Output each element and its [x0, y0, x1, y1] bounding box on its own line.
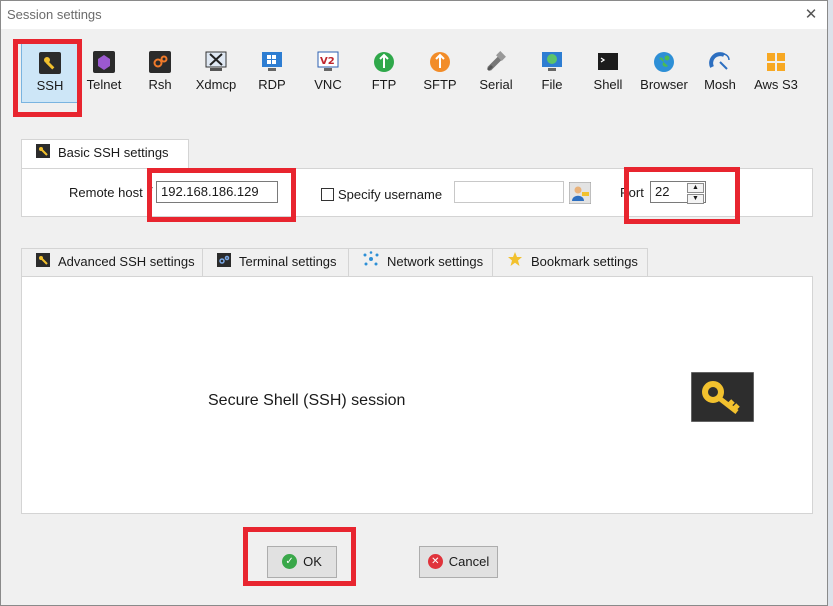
tab-terminal-settings[interactable]: Terminal settings	[202, 248, 349, 276]
session-type-label: Rsh	[148, 77, 172, 92]
session-settings-dialog: Session settings ✕ SSH Telnet Rsh Xdmcp …	[0, 0, 828, 606]
ftp-icon	[373, 51, 395, 73]
svg-text:V2: V2	[320, 56, 335, 67]
aws-s3-icon	[765, 51, 787, 73]
advanced-settings-panel: Secure Shell (SSH) session	[21, 276, 813, 514]
highlight-ok	[243, 527, 356, 586]
username-input[interactable]	[454, 181, 564, 203]
tab-label: Network settings	[387, 254, 484, 269]
session-type-label: File	[541, 77, 563, 92]
session-type-label: Serial	[479, 77, 513, 92]
desktop-edge	[828, 0, 833, 606]
session-type-ftp[interactable]: FTP	[355, 41, 413, 103]
session-type-sftp[interactable]: SFTP	[411, 41, 469, 103]
tab-label: Basic SSH settings	[58, 145, 169, 160]
mosh-icon	[709, 51, 731, 73]
specify-username-checkbox[interactable]	[321, 188, 334, 201]
highlight-port	[624, 167, 740, 224]
telnet-icon	[93, 51, 115, 73]
tab-network-settings[interactable]: Network settings	[348, 248, 493, 276]
cancel-x-icon: ✕	[427, 554, 443, 570]
remote-host-label: Remote host	[69, 185, 143, 200]
window-title: Session settings	[7, 7, 102, 22]
serial-icon	[485, 51, 507, 73]
session-type-label: Aws S3	[754, 77, 798, 92]
rdp-icon	[261, 51, 283, 73]
rsh-icon	[149, 51, 171, 73]
session-type-browser[interactable]: Browser	[635, 41, 693, 103]
session-type-toolbar: SSH Telnet Rsh Xdmcp RDP V2 VNC FTP SFTP…	[1, 37, 827, 107]
star-icon	[507, 250, 523, 276]
tab-label: Bookmark settings	[531, 254, 638, 269]
session-type-aws-s3[interactable]: Aws S3	[747, 41, 805, 103]
sftp-icon	[429, 51, 451, 73]
session-type-file[interactable]: File	[523, 41, 581, 103]
vnc-icon: V2	[317, 51, 339, 73]
session-type-rsh[interactable]: Rsh	[131, 41, 189, 103]
session-type-label: Shell	[593, 77, 623, 92]
tab-label: Terminal settings	[239, 254, 337, 269]
session-type-label: FTP	[371, 77, 397, 92]
cancel-button[interactable]: ✕ Cancel	[419, 546, 498, 578]
tab-label: Advanced SSH settings	[58, 254, 195, 269]
close-icon[interactable]: ✕	[801, 5, 821, 25]
session-type-serial[interactable]: Serial	[467, 41, 525, 103]
tab-advanced-ssh-settings[interactable]: Advanced SSH settings	[21, 248, 203, 276]
session-type-label: Mosh	[704, 77, 736, 92]
session-type-mosh[interactable]: Mosh	[691, 41, 749, 103]
session-type-xdmcp[interactable]: Xdmcp	[187, 41, 245, 103]
session-type-label: SFTP	[423, 77, 457, 92]
session-description: Secure Shell (SSH) session	[208, 392, 406, 409]
session-type-label: VNC	[314, 77, 342, 92]
terminal-icon	[217, 250, 231, 276]
session-type-label: Browser	[640, 77, 688, 92]
specify-username-label: Specify username	[338, 187, 443, 202]
session-type-vnc[interactable]: V2 VNC	[299, 41, 357, 103]
session-type-telnet[interactable]: Telnet	[75, 41, 133, 103]
tab-basic-ssh-settings[interactable]: Basic SSH settings	[21, 139, 189, 169]
session-type-label: Xdmcp	[195, 77, 237, 92]
highlight-ssh	[13, 39, 82, 117]
browser-icon	[653, 51, 675, 73]
user-manager-icon[interactable]	[568, 181, 592, 207]
file-icon	[541, 51, 563, 73]
session-type-label: RDP	[258, 77, 286, 92]
session-type-rdp[interactable]: RDP	[243, 41, 301, 103]
shell-icon	[597, 51, 619, 73]
wrench-icon	[36, 250, 50, 276]
ssh-key-large-icon	[690, 371, 755, 425]
xdmcp-icon	[205, 51, 227, 73]
cancel-label: Cancel	[448, 554, 490, 569]
network-icon	[363, 250, 379, 276]
session-type-label: Telnet	[86, 77, 122, 92]
tab-bookmark-settings[interactable]: Bookmark settings	[492, 248, 648, 276]
highlight-remote-host	[147, 168, 296, 222]
wrench-icon	[36, 141, 50, 167]
session-type-shell[interactable]: Shell	[579, 41, 637, 103]
title-bar: Session settings ✕	[1, 1, 827, 29]
